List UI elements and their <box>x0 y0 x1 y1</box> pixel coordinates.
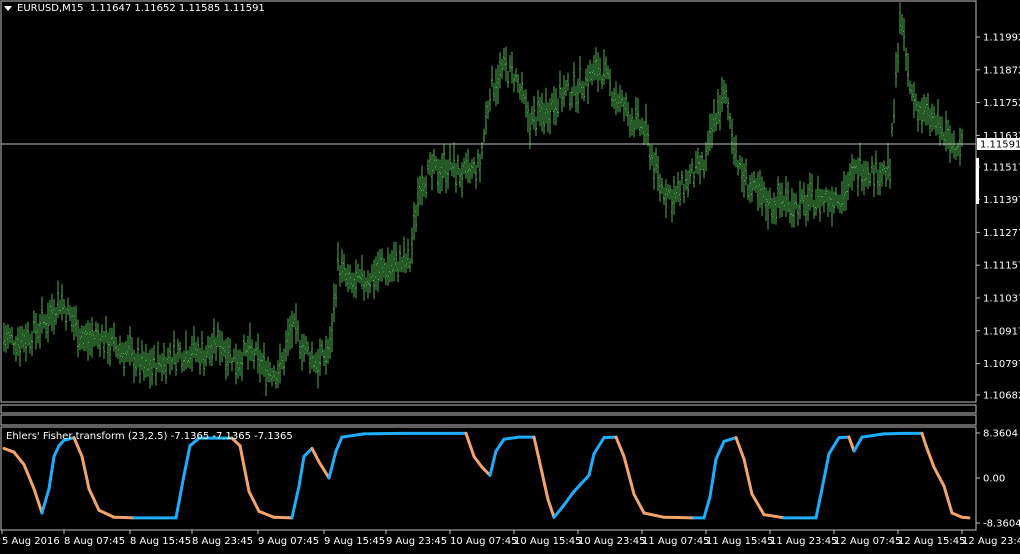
chart-background <box>0 0 1020 551</box>
fisher-segment <box>882 431 906 436</box>
price-tick-label: 1.11157 <box>983 261 1020 272</box>
time-tick-label: 9 Aug 07:45 <box>258 536 319 547</box>
time-tick-label: 12 Aug 07:45 <box>834 536 901 547</box>
fisher-segment <box>837 435 851 440</box>
indicator-tick-label: 8.3604 <box>983 429 1018 440</box>
fisher-segment <box>272 515 294 520</box>
price-tick-label: 1.11992 <box>983 32 1020 43</box>
fisher-segment <box>960 515 971 520</box>
fisher-segment <box>112 515 136 520</box>
fisher-segment <box>662 515 696 520</box>
current-price-label: 1.11591 <box>980 140 1020 151</box>
price-tick-label: 1.11277 <box>983 228 1020 239</box>
indicator-tick-label: 0.00 <box>983 474 1005 485</box>
fisher-segment <box>362 431 406 436</box>
time-tick-label: 9 Aug 15:45 <box>324 536 385 547</box>
fisher-segment <box>502 435 521 441</box>
time-tick-label: 8 Aug 23:45 <box>192 536 253 547</box>
time-tick-label: 10 Aug 23:45 <box>578 536 645 547</box>
price-chart-canvas[interactable]: 1.119921.118721.117521.116321.115171.113… <box>0 0 1020 551</box>
price-tick-label: 1.10682 <box>983 390 1020 401</box>
time-tick-label: 5 Aug 2016 <box>2 536 60 547</box>
time-tick-label: 10 Aug 07:45 <box>450 536 517 547</box>
ohlc-values: 1.11647 1.11652 1.11585 1.11591 <box>89 3 265 14</box>
time-tick-label: 11 Aug 23:45 <box>770 536 837 547</box>
time-tick-label: 8 Aug 07:45 <box>64 536 125 547</box>
time-tick-label: 12 Aug 15:45 <box>898 536 965 547</box>
time-tick-label: 12 Aug 23:45 <box>962 536 1020 547</box>
time-tick-label: 11 Aug 07:45 <box>642 536 709 547</box>
time-tick-label: 9 Aug 23:45 <box>386 536 447 547</box>
symbol-header: EURUSD,M15 1.11647 1.11652 1.11585 1.115… <box>4 3 265 14</box>
collapse-triangle-icon[interactable] <box>4 5 12 11</box>
price-tick-label: 1.11037 <box>983 293 1020 304</box>
price-tick-label: 1.10797 <box>983 359 1020 370</box>
time-tick-label: 11 Aug 15:45 <box>706 536 773 547</box>
fisher-segment <box>602 435 618 440</box>
indicator-tick-label: -8.3604 <box>983 519 1020 530</box>
time-tick-label: 8 Aug 15:45 <box>130 536 191 547</box>
price-tick-label: 1.11397 <box>983 195 1020 206</box>
price-tick-label: 1.11872 <box>983 65 1020 76</box>
symbol-name: EURUSD,M15 <box>17 3 84 14</box>
price-tick-label: 1.10917 <box>983 326 1020 337</box>
price-tick-label: 1.11752 <box>983 98 1020 109</box>
time-tick-label: 10 Aug 15:45 <box>514 536 581 547</box>
chart-window[interactable]: 1.119921.118721.117521.116321.115171.113… <box>0 0 1020 551</box>
indicator-label: Ehlers' Fisher transform (23,2.5) -7.136… <box>6 431 293 442</box>
axis-scroll-handle[interactable] <box>976 158 979 204</box>
price-tick-label: 1.11517 <box>983 162 1020 173</box>
